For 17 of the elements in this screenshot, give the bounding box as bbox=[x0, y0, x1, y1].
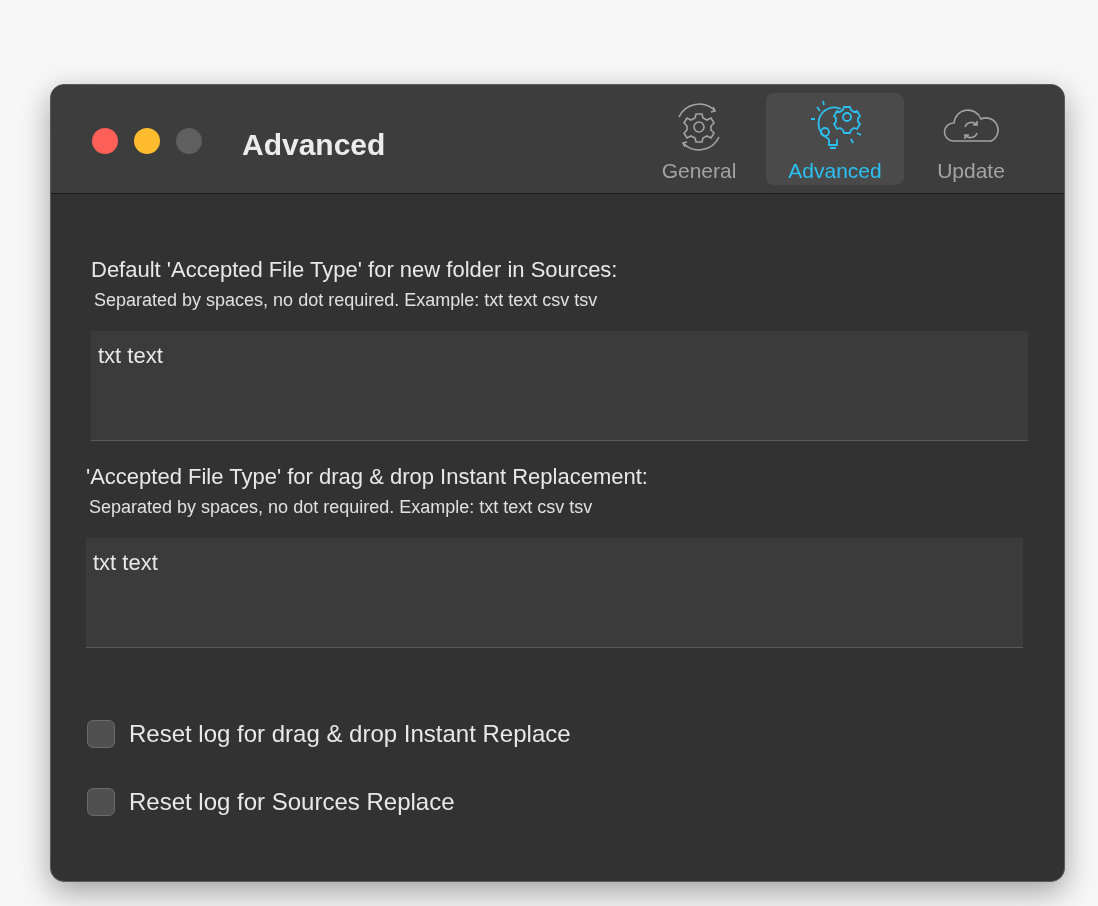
input-field[interactable]: txt text bbox=[86, 538, 1023, 648]
field-label: Default 'Accepted File Type' for new folder in Sources: bbox=[91, 256, 619, 284]
input-field[interactable]: txt text bbox=[91, 331, 1028, 441]
hint-text: Separated by spaces, no dot required. Example: txt text csv tsv bbox=[94, 289, 599, 312]
minimize-button[interactable] bbox=[134, 128, 160, 154]
checkbox-label: Reset log for Sources Replace bbox=[129, 787, 455, 817]
zoom-button[interactable] bbox=[176, 128, 202, 154]
field-label: 'Accepted File Type' for drag & drop Instant Replacement: bbox=[86, 463, 649, 491]
toolbar-tab[interactable]: Advanced bbox=[766, 93, 904, 185]
close-button[interactable] bbox=[92, 128, 118, 154]
hint-text: Separated by spaces, no dot required. Example: txt text csv tsv bbox=[89, 496, 594, 519]
toolbar-tab[interactable]: Update bbox=[908, 93, 1034, 185]
window-title: Advanced bbox=[242, 127, 386, 163]
checkbox[interactable] bbox=[87, 788, 115, 816]
checkbox-label: Reset log for drag & drop Instant Replace bbox=[129, 719, 571, 749]
checkbox[interactable] bbox=[87, 720, 115, 748]
toolbar-tab[interactable]: General bbox=[636, 93, 762, 185]
